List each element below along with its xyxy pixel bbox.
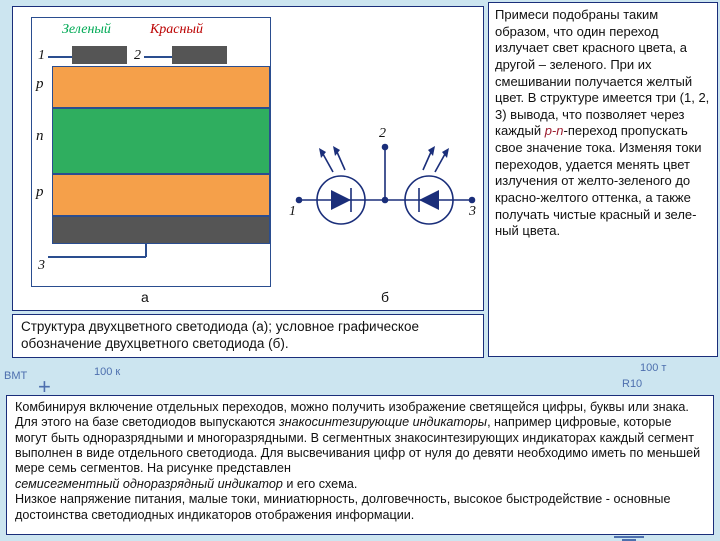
symbol-b: 1 2 3 [293,92,478,257]
lead-1-label: 1 [38,48,45,64]
structure-a: Зеленый Красный 1 2 p n p 3 [31,17,271,287]
subfig-a: а [141,289,149,305]
bot-2b: и его схема. [283,477,357,491]
label-red: Красный [150,22,203,38]
bg-bmt-label: ВМТ [4,370,27,382]
bg-r10: R10 [622,378,642,390]
bg-gnd-bar [614,536,644,538]
bg-r-left: 100 к [94,366,120,378]
lead-3-wire-h [48,256,146,258]
right-description: Примеси подобраны таким образом, что оди… [488,2,718,357]
lead-2-label: 2 [134,48,141,64]
layer-p-bot [52,174,270,216]
layer-base [52,216,270,244]
bot-3: Низкое напряжение питания, малые токи, м… [15,492,670,521]
bottom-description: Комбинируя включение отдельных переходов… [6,395,714,535]
subfig-b: б [381,289,389,305]
lead-3-label: 3 [38,258,45,274]
n-label: n [36,128,44,145]
right-part1: Примеси подобраны таким образом, что оди… [495,7,709,138]
contact-red [172,46,227,64]
right-part2: -переход пропускать свое значение тока. … [495,123,702,238]
bg-r-right: 100 т [640,362,666,374]
sym-3: 3 [469,204,476,220]
layer-p-top [52,66,270,108]
right-pn: p-n [545,123,564,138]
p-label-bot: p [36,184,44,201]
bot-2a: семисегментный одноразрядный индикатор [15,477,283,491]
layer-n [52,108,270,174]
sym-2: 2 [379,126,386,142]
contact-green [72,46,127,64]
p-label-top: p [36,76,44,93]
diagram-panel: Зеленый Красный 1 2 p n p 3 а [12,6,484,311]
caption-box: Структура двухцветного светодиода (а); у… [12,314,484,358]
led-symbol-svg [293,92,478,257]
lead-3-wire-v [145,244,147,257]
label-green: Зеленый [62,22,111,38]
caption-text: Структура двухцветного светодиода (а); у… [21,319,419,351]
sym-1: 1 [289,204,296,220]
bot-1b: знакосинтезирующие индикаторы [279,415,487,429]
